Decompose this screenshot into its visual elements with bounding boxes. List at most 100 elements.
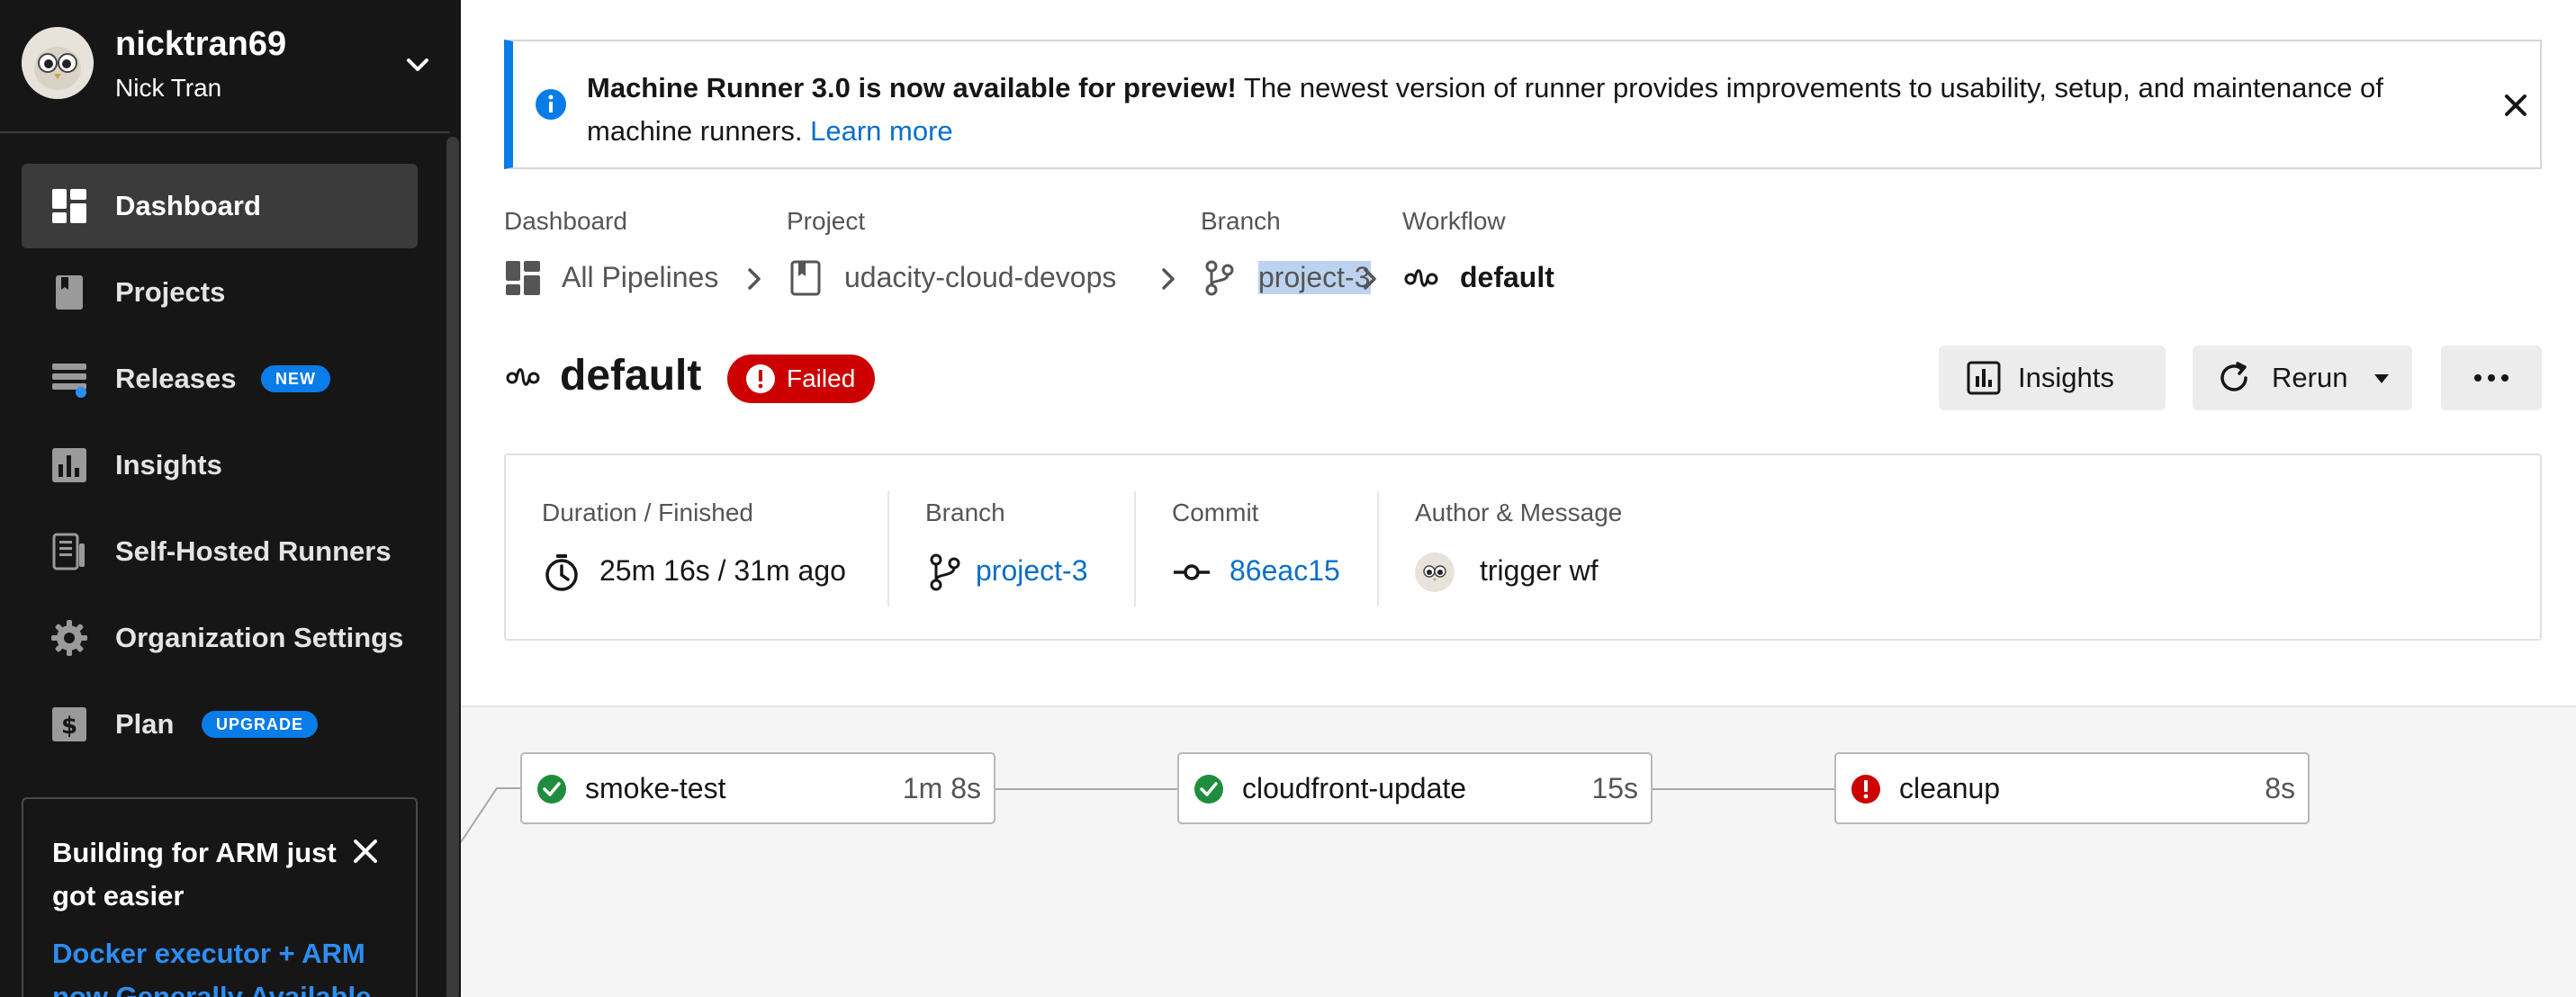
chevron-right-icon bbox=[1162, 268, 1175, 290]
detail-caption: Duration / Finished bbox=[542, 498, 754, 526]
job-duration: 15s bbox=[1591, 772, 1638, 804]
divider bbox=[1377, 491, 1379, 606]
breadcrumb-branch[interactable]: project-3 bbox=[1258, 261, 1371, 294]
sidebar-item-label: Insights bbox=[115, 449, 222, 481]
commit-icon bbox=[1174, 564, 1210, 580]
info-icon bbox=[536, 89, 566, 120]
check-circle-icon bbox=[537, 775, 566, 804]
breadcrumb-caption-project: Project bbox=[787, 207, 866, 235]
sidebar-item-organization-settings[interactable]: Organization Settings bbox=[22, 596, 418, 680]
bar-chart-icon bbox=[52, 448, 86, 482]
job-duration: 1m 8s bbox=[902, 772, 981, 804]
detail-caption: Author & Message bbox=[1415, 498, 1623, 526]
sidebar-nav: Dashboard Projects Releases NEW Insights… bbox=[22, 164, 418, 768]
user-full-name: Nick Tran bbox=[115, 74, 222, 102]
insights-button-label: Insights bbox=[2018, 362, 2114, 393]
sidebar-item-self-hosted-runners[interactable]: Self-Hosted Runners bbox=[22, 509, 418, 594]
commit-link[interactable]: 86eac15 bbox=[1229, 554, 1340, 588]
breadcrumb-project[interactable]: udacity-cloud-devops bbox=[844, 261, 1116, 294]
timer-icon bbox=[545, 554, 578, 591]
workflow-icon bbox=[1404, 269, 1438, 287]
promo-link[interactable]: Docker executor + ARM now Generally Avai… bbox=[52, 932, 394, 997]
workflow-graph: smoke-test 1m 8s cloudfront-update 15s c… bbox=[461, 705, 2576, 997]
job-cloudfront-update[interactable]: cloudfront-update 15s bbox=[1177, 752, 1653, 824]
breadcrumb: Dashboard All Pipelines Project udacity-… bbox=[504, 207, 1674, 306]
divider bbox=[1134, 491, 1136, 606]
detail-caption: Commit bbox=[1172, 498, 1259, 526]
releases-icon bbox=[52, 364, 86, 398]
dashboard-icon bbox=[506, 261, 540, 295]
bar-chart-icon bbox=[1967, 361, 2001, 395]
upgrade-badge[interactable]: UPGRADE bbox=[202, 711, 319, 738]
user-menu[interactable]: nicktran69 Nick Tran bbox=[0, 0, 450, 133]
job-name: smoke-test bbox=[585, 772, 726, 804]
chevron-right-icon bbox=[748, 268, 761, 290]
bookmark-icon bbox=[56, 275, 83, 310]
commit-message: trigger wf bbox=[1480, 554, 1599, 587]
alert-icon bbox=[746, 364, 775, 393]
avatar bbox=[22, 27, 94, 99]
graph-edge bbox=[1653, 788, 1834, 790]
breadcrumb-workflow: default bbox=[1460, 261, 1554, 293]
workflow-details: Duration / Finished 25m 16s / 31m ago Br… bbox=[504, 454, 2542, 641]
branch-icon bbox=[1205, 260, 1234, 296]
promo-title: Building for ARM just got easier bbox=[52, 837, 337, 912]
bookmark-icon bbox=[790, 260, 821, 296]
sidebar-scrollbar[interactable] bbox=[446, 137, 459, 997]
sidebar-item-label: Plan bbox=[115, 708, 175, 740]
check-circle-icon bbox=[1194, 775, 1223, 804]
ellipsis-icon bbox=[2474, 374, 2508, 382]
sidebar-item-label: Self-Hosted Runners bbox=[115, 535, 392, 567]
announcement-banner: Machine Runner 3.0 is now available for … bbox=[504, 40, 2542, 169]
dollar-icon: $ bbox=[52, 707, 86, 741]
sidebar-item-insights[interactable]: Insights bbox=[22, 423, 418, 507]
banner-message: Machine Runner 3.0 is now available for … bbox=[587, 67, 2423, 153]
status-label: Failed bbox=[787, 364, 856, 392]
breadcrumb-all-pipelines[interactable]: All Pipelines bbox=[562, 261, 718, 294]
graph-edge bbox=[461, 787, 520, 843]
job-smoke-test[interactable]: smoke-test 1m 8s bbox=[520, 752, 995, 824]
sidebar-item-dashboard[interactable]: Dashboard bbox=[22, 164, 418, 248]
sidebar-item-label: Dashboard bbox=[115, 190, 261, 221]
main-content: Machine Runner 3.0 is now available for … bbox=[461, 0, 2576, 997]
job-cleanup[interactable]: cleanup 8s bbox=[1834, 752, 2310, 824]
sidebar-item-label: Projects bbox=[115, 276, 226, 308]
breadcrumb-caption-workflow: Workflow bbox=[1402, 207, 1506, 235]
sidebar-item-projects[interactable]: Projects bbox=[22, 250, 418, 335]
job-duration: 8s bbox=[2265, 772, 2295, 804]
alert-circle-icon bbox=[1851, 775, 1880, 804]
sidebar-item-releases[interactable]: Releases NEW bbox=[22, 337, 418, 421]
chevron-right-icon bbox=[1364, 268, 1376, 290]
breadcrumb-caption-branch: Branch bbox=[1201, 207, 1281, 235]
sidebar-item-plan[interactable]: $ Plan UPGRADE bbox=[22, 682, 418, 767]
sidebar: nicktran69 Nick Tran Dashboard Projects bbox=[0, 0, 461, 997]
learn-more-link[interactable]: Learn more bbox=[810, 115, 953, 147]
close-icon[interactable] bbox=[347, 833, 383, 869]
duration-value: 25m 16s / 31m ago bbox=[599, 554, 846, 587]
promo-card: Building for ARM just got easier Docker … bbox=[22, 797, 418, 997]
gear-icon bbox=[51, 620, 87, 656]
branch-icon bbox=[930, 553, 960, 591]
caret-down-icon bbox=[2374, 374, 2389, 383]
breadcrumb-caption-dashboard: Dashboard bbox=[504, 207, 627, 235]
dashboard-icon bbox=[52, 189, 86, 223]
avatar bbox=[1415, 552, 1455, 592]
workflow-header: default Failed Insights Rerun bbox=[504, 346, 2542, 418]
more-options-button[interactable] bbox=[2441, 346, 2542, 410]
close-icon[interactable] bbox=[2499, 88, 2533, 122]
workflow-icon bbox=[506, 368, 540, 386]
insights-button[interactable]: Insights bbox=[1939, 346, 2166, 410]
runner-icon bbox=[52, 533, 85, 570]
rerun-button-label: Rerun bbox=[2272, 362, 2348, 393]
new-badge: NEW bbox=[261, 365, 330, 392]
user-login: nicktran69 bbox=[115, 25, 287, 63]
branch-link[interactable]: project-3 bbox=[976, 554, 1088, 588]
banner-headline: Machine Runner 3.0 is now available for … bbox=[587, 72, 1237, 103]
refresh-icon bbox=[2220, 362, 2247, 391]
rerun-button[interactable]: Rerun bbox=[2193, 346, 2412, 410]
detail-caption: Branch bbox=[925, 498, 1005, 526]
divider bbox=[887, 491, 889, 606]
svg-text:$: $ bbox=[61, 713, 77, 740]
sidebar-item-label: Releases bbox=[115, 363, 237, 394]
chevron-down-icon[interactable] bbox=[400, 47, 436, 83]
